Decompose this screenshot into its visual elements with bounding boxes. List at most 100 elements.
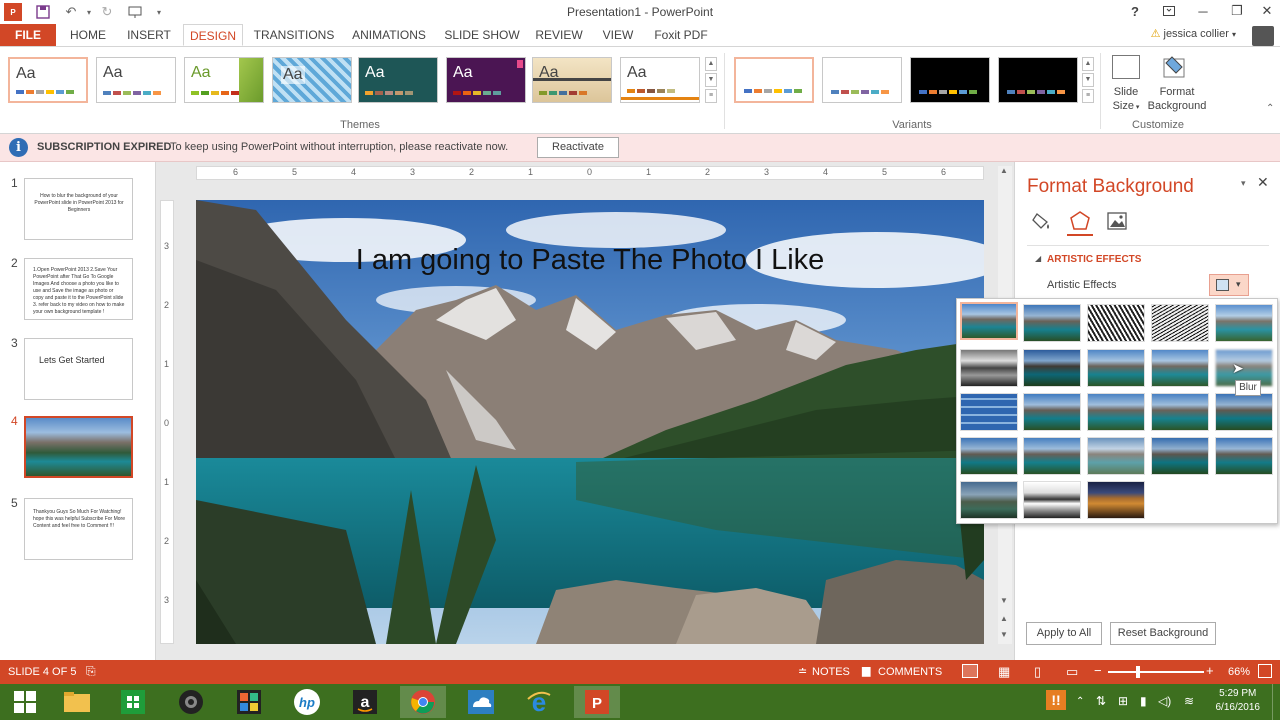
volume-icon[interactable]: ◁) [1158, 694, 1171, 708]
spell-check-icon[interactable]: ⎘ [86, 664, 96, 679]
effect-watercolor-sponge[interactable] [1023, 393, 1081, 431]
wifi-icon[interactable]: ≋ [1184, 694, 1194, 708]
windows-icon[interactable]: ⊞ [1118, 694, 1128, 708]
slide-thumbnail-4[interactable] [24, 416, 133, 478]
reset-background-button[interactable]: Reset Background [1110, 622, 1216, 645]
effect-none[interactable] [960, 302, 1018, 340]
effect-chalk-sketch[interactable] [960, 349, 1018, 387]
variants-scroll-down-icon[interactable]: ▼ [1082, 73, 1094, 87]
avatar[interactable] [1252, 26, 1274, 46]
variants-scroll-up-icon[interactable]: ▲ [1082, 57, 1094, 71]
slide-thumbnail-pane[interactable]: 1 How to blur the background of your Pow… [0, 162, 156, 660]
picture-icon[interactable] [1106, 210, 1128, 232]
format-background-button[interactable]: Format Background [1146, 51, 1208, 117]
zoom-level[interactable]: 66% [1228, 666, 1250, 678]
tab-foxit-pdf[interactable]: Foxit PDF [650, 24, 712, 46]
themes-scroll-down-icon[interactable]: ▼ [705, 73, 717, 87]
camera-app-icon[interactable] [168, 686, 214, 718]
minimize-icon[interactable]: ─ [1186, 0, 1220, 22]
variant-2[interactable] [822, 57, 902, 103]
fit-slide-icon[interactable] [1258, 664, 1272, 678]
close-icon[interactable]: ✕ [1250, 0, 1280, 22]
effect-cement[interactable] [960, 437, 1018, 475]
notification-alert-icon[interactable]: !! [1046, 690, 1066, 710]
theme-retrospect[interactable]: Aa [620, 57, 700, 103]
theme-office[interactable]: Aa [8, 57, 88, 103]
theme-integral[interactable]: Aa [272, 57, 352, 103]
effect-pencil-sketch[interactable] [1151, 304, 1209, 342]
effect-glow-edges[interactable] [1087, 481, 1145, 519]
close-pane-icon[interactable]: ✕ [1257, 174, 1269, 191]
powerpoint-taskbar-icon[interactable]: P [574, 686, 620, 718]
zoom-slider[interactable] [1108, 671, 1204, 673]
tab-review[interactable]: REVIEW [532, 24, 586, 46]
tab-view[interactable]: VIEW [594, 24, 642, 46]
effect-cutout[interactable] [960, 481, 1018, 519]
reactivate-button[interactable]: Reactivate [537, 137, 619, 158]
slide-caption[interactable]: I am going to Paste The Photo I Like [196, 244, 984, 277]
effect-pastels-smooth[interactable] [1151, 437, 1209, 475]
effect-light-screen[interactable] [960, 393, 1018, 431]
slide-thumbnail-2[interactable]: 1.Open PowerPoint 2013 2.Save Your Power… [24, 258, 133, 320]
zoom-slider-thumb[interactable] [1136, 666, 1140, 678]
theme-organic[interactable]: Aa [532, 57, 612, 103]
notes-button[interactable]: NOTES [812, 666, 850, 678]
effect-marker[interactable] [1023, 304, 1081, 342]
next-slide-icon[interactable]: ▼ [1000, 630, 1008, 639]
tab-insert[interactable]: INSERT [120, 24, 178, 46]
variants-more-icon[interactable]: ≡ [1082, 89, 1094, 103]
effects-icon[interactable] [1069, 210, 1091, 232]
effect-plastic-wrap[interactable] [1215, 437, 1273, 475]
zoom-in-icon[interactable]: + [1206, 663, 1214, 678]
restore-icon[interactable]: ❐ [1220, 0, 1254, 22]
themes-scroll-up-icon[interactable]: ▲ [705, 57, 717, 71]
comments-button[interactable]: COMMENTS [878, 666, 942, 678]
effect-pencil-grayscale[interactable] [1087, 304, 1145, 342]
photos-app-icon[interactable] [226, 686, 272, 718]
store-icon[interactable] [110, 686, 156, 718]
user-account[interactable]: ⚠ jessica collier ▾ [1151, 27, 1236, 40]
theme-facet[interactable]: Aa [184, 57, 264, 103]
tab-home[interactable]: HOME [62, 24, 114, 46]
effect-photocopy[interactable] [1023, 481, 1081, 519]
show-hidden-icons[interactable]: ⌃ [1076, 696, 1084, 707]
reading-view-icon[interactable]: ▯ [1034, 664, 1041, 680]
slide-size-button[interactable]: Slide Size ▾ [1106, 51, 1146, 117]
variant-1[interactable] [734, 57, 814, 103]
tab-design[interactable]: DESIGN [183, 24, 243, 46]
slide-canvas[interactable]: I am going to Paste The Photo I Like [196, 200, 984, 644]
windows-start-icon[interactable] [2, 686, 48, 718]
slide-sorter-icon[interactable]: ▦ [998, 664, 1010, 680]
previous-slide-icon[interactable]: ▲ [1000, 614, 1008, 623]
effect-crisscross-etching[interactable] [1087, 437, 1145, 475]
slide-indicator[interactable]: SLIDE 4 OF 5 [8, 666, 76, 678]
help-icon[interactable]: ? [1118, 0, 1152, 22]
slide-thumbnail-3[interactable]: Lets Get Started [24, 338, 133, 400]
effect-line-drawing[interactable] [1215, 304, 1273, 342]
show-desktop-button[interactable] [1272, 684, 1280, 720]
scroll-up-icon[interactable]: ▲ [1000, 166, 1008, 175]
apply-to-all-button[interactable]: Apply to All [1026, 622, 1102, 645]
internet-explorer-icon[interactable]: e [516, 686, 562, 718]
amazon-icon[interactable]: a [342, 686, 388, 718]
system-clock[interactable]: 5:29 PM 6/16/2016 [1216, 687, 1261, 715]
effect-glass[interactable] [1215, 393, 1273, 431]
section-expanded-icon[interactable]: ◢ [1035, 254, 1041, 263]
file-explorer-icon[interactable] [54, 686, 100, 718]
slide-thumbnail-5[interactable]: Thankyou Guys So Much For Watching! hope… [24, 498, 133, 560]
pane-options-icon[interactable]: ▾ [1241, 178, 1246, 189]
effect-glow-diffused[interactable] [1151, 349, 1209, 387]
themes-more-icon[interactable]: ≡ [705, 89, 717, 103]
scroll-down-icon[interactable]: ▼ [1000, 596, 1008, 605]
effect-paint-strokes[interactable] [1023, 349, 1081, 387]
tab-file[interactable]: FILE [0, 24, 56, 46]
zoom-out-icon[interactable]: − [1094, 663, 1102, 678]
effect-texturizer[interactable] [1023, 437, 1081, 475]
artistic-effects-dropdown[interactable]: ▾ [1209, 274, 1249, 296]
chrome-icon[interactable] [400, 686, 446, 718]
effect-paint-brush[interactable] [1087, 349, 1145, 387]
ribbon-display-options-icon[interactable] [1152, 0, 1186, 22]
artistic-effects-heading[interactable]: ARTISTIC EFFECTS [1047, 254, 1141, 265]
slide-thumbnail-1[interactable]: How to blur the background of your Power… [24, 178, 133, 240]
theme-office-2[interactable]: Aa [96, 57, 176, 103]
